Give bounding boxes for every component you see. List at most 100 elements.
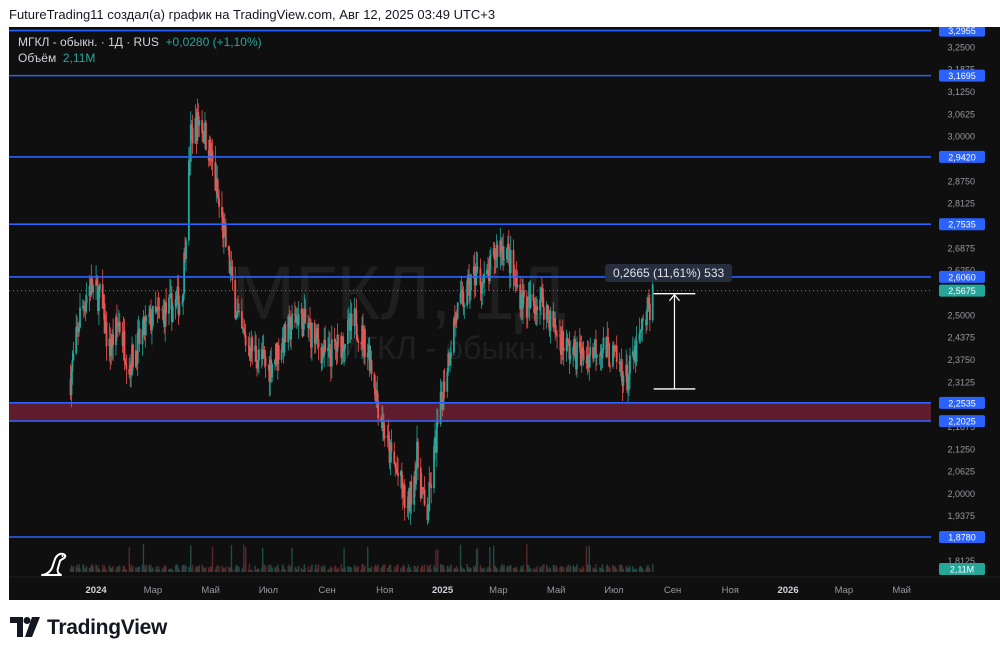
volume-bar: [384, 564, 386, 572]
candle-body: [440, 391, 443, 402]
candle-body: [364, 328, 366, 358]
volume-bar: [251, 569, 253, 572]
candle-body: [456, 302, 459, 319]
candle-body: [642, 319, 645, 321]
candle-body: [509, 249, 512, 274]
time-tick-label: Май: [547, 585, 566, 596]
volume-bar: [629, 565, 631, 572]
volume-bar: [390, 569, 393, 572]
price-tick-label: 2,8750: [947, 176, 975, 186]
candle-body: [403, 484, 406, 508]
candle-body: [390, 442, 393, 452]
volume-bar: [244, 547, 247, 572]
time-tick-label: Май: [892, 585, 911, 596]
price-tick-label: 2,8125: [947, 199, 975, 209]
candle-body: [98, 284, 101, 290]
volume-bar: [563, 567, 565, 572]
volume-bar: [529, 568, 532, 572]
candle-body: [562, 347, 565, 351]
candle-body: [151, 305, 154, 326]
volume-bar: [92, 566, 94, 572]
chart-caption: FutureTrading11 создал(а) график на Trad…: [9, 7, 496, 22]
volume-bar: [172, 569, 174, 572]
dinosaur-icon[interactable]: [38, 548, 70, 580]
volume-bar: [602, 569, 605, 572]
candle-body: [344, 344, 346, 349]
level-price-label: 1,8780: [948, 532, 976, 542]
price-change: +0,0280 (+1,10%): [165, 35, 262, 49]
candle-body: [204, 122, 207, 150]
candle-body: [536, 306, 539, 311]
legend-header: МГКЛ - обыкн. · 1Д · RUS +0,0280 (+1,10%…: [18, 34, 262, 66]
time-tick-label: Июл: [259, 585, 278, 596]
candle-body: [383, 437, 386, 439]
candle-body: [466, 280, 469, 306]
volume-bar: [589, 565, 591, 572]
volume-bar: [271, 567, 273, 572]
candle-body: [271, 364, 274, 378]
volume-bar: [576, 564, 578, 572]
volume-tag-label: 2,11M: [950, 565, 974, 575]
brand-name: TradingView: [47, 616, 168, 639]
volume-bar: [609, 568, 611, 572]
candle-body: [304, 308, 307, 324]
volume-bar: [198, 565, 200, 572]
volume-bar: [324, 567, 326, 572]
candle-body: [118, 321, 121, 333]
candle-body: [311, 322, 313, 348]
candle-body: [523, 290, 525, 298]
candle-body: [436, 422, 439, 424]
candle-body: [476, 266, 479, 269]
volume-bar: [191, 565, 194, 572]
volume-bar: [125, 568, 128, 572]
volume-bar: [516, 569, 519, 572]
candle-body: [615, 345, 618, 362]
candle-body: [423, 489, 426, 505]
time-tick-label: Сен: [664, 585, 681, 596]
chart-panel[interactable]: МГКЛ, 1Д МГКЛ - обыкн. 3,25003,18753,125…: [9, 27, 1000, 600]
volume-bar: [284, 569, 287, 572]
volume-bar: [523, 569, 525, 572]
candle-body: [198, 120, 201, 126]
level-price-label: 2,7535: [948, 220, 976, 230]
candle-body: [264, 357, 267, 366]
volume-bar: [450, 564, 452, 572]
time-tick-label: Ноя: [376, 585, 393, 596]
symbol-line[interactable]: МГКЛ - обыкн. · 1Д · RUS: [18, 35, 159, 49]
volume-bar: [437, 549, 439, 572]
price-tick-label: 3,0000: [947, 132, 975, 142]
volume-bar: [569, 565, 572, 572]
volume-bar: [230, 545, 233, 572]
volume-bar: [317, 564, 320, 572]
volume-bar: [490, 568, 492, 572]
volume-bar: [642, 569, 644, 572]
volume-bar: [264, 565, 267, 572]
volume-bar: [105, 569, 108, 572]
volume-bar: [456, 568, 459, 572]
level-price-label: 3,1695: [948, 71, 976, 81]
volume-bar: [443, 569, 446, 572]
candle-body: [450, 352, 452, 358]
candle-body: [337, 334, 340, 336]
time-tick-label: Сен: [318, 585, 335, 596]
candle-body: [71, 360, 74, 372]
price-chart[interactable]: МГКЛ, 1Д МГКЛ - обыкн. 3,25003,18753,125…: [9, 27, 1000, 600]
volume-bar: [178, 569, 181, 572]
volume-bar: [364, 565, 366, 572]
candle-body: [576, 341, 578, 370]
time-tick-label: Мар: [835, 585, 854, 596]
volume-bar: [205, 567, 207, 572]
candle-body: [125, 364, 128, 369]
volume-bar: [138, 566, 141, 572]
time-tick-label: Мар: [489, 585, 508, 596]
volume-bar: [417, 565, 419, 572]
volume-bar: [536, 565, 538, 572]
candle-body: [489, 255, 492, 257]
price-tick-label: 2,3750: [947, 355, 975, 365]
volume-bar: [99, 569, 101, 572]
price-tick-label: 2,6875: [947, 243, 975, 253]
candle-body: [582, 350, 585, 361]
candle-body: [410, 481, 413, 505]
time-tick-label: 2026: [777, 585, 798, 596]
support-zone: [9, 402, 931, 422]
